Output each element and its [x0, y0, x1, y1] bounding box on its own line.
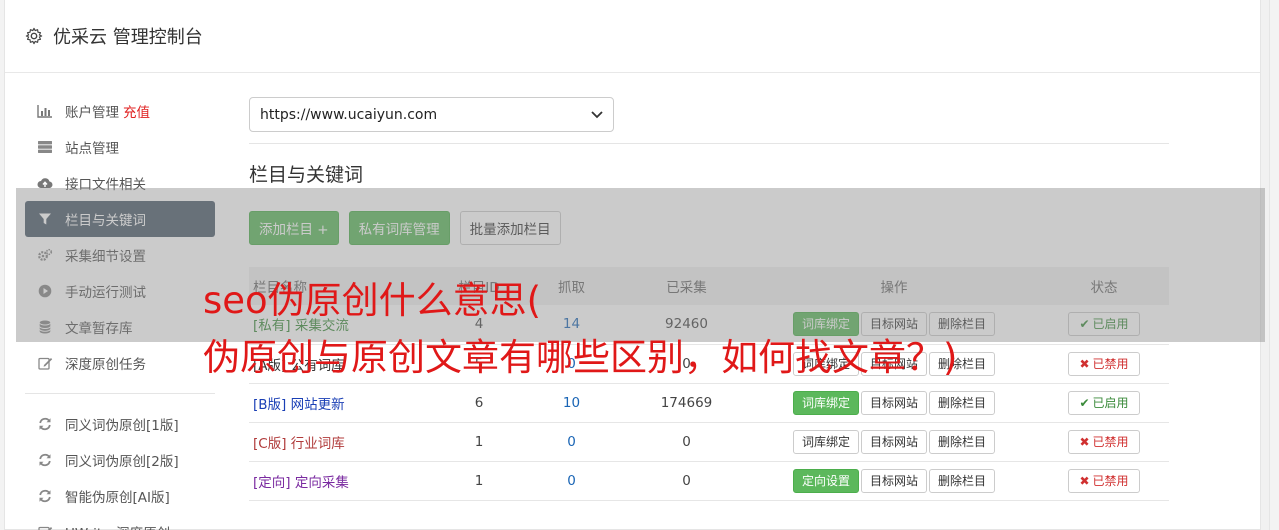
- status-toggle-button[interactable]: ✖ 已禁用: [1068, 351, 1140, 376]
- grab-count[interactable]: 10: [519, 383, 624, 422]
- sidebar-item-label: 智能伪原创[AI版]: [65, 490, 170, 506]
- article-title-overlay: seo伪原创什么意思( 伪原创与原创文章有哪些区别，如何找文章？): [203, 272, 957, 386]
- cross-icon: ✖: [1079, 356, 1090, 371]
- delete-column-button[interactable]: 删除栏目: [929, 468, 996, 493]
- panel-header: 优采云 管理控制台: [5, 0, 1269, 73]
- cross-icon: ✖: [1079, 473, 1090, 488]
- collected-count: 0: [682, 472, 691, 489]
- sidebar-item-label: 账户管理: [65, 105, 119, 121]
- table-row: [B版] 网站更新 6 10 174669 词库绑定 目标网站 删除栏目 ✔ 已启用: [249, 383, 1169, 422]
- status-label: 已禁用: [1092, 473, 1129, 488]
- article-title-line-2: 伪原创与原创文章有哪些区别，如何找文章？): [203, 336, 958, 379]
- sidebar-item[interactable]: 账户管理 充值: [25, 93, 215, 129]
- site-select-value: https://www.ucaiyun.com: [260, 106, 438, 123]
- target-site-button[interactable]: 目标网站: [860, 390, 927, 415]
- refresh-icon: [37, 452, 53, 468]
- table-row: [定向] 定向采集 1 0 0 定向设置 目标网站 删除栏目 ✖ 已禁用: [249, 461, 1169, 500]
- check-icon: ✔: [1079, 395, 1090, 410]
- chevron-down-icon: [591, 110, 603, 118]
- column-tag: [C版]: [253, 435, 287, 452]
- column-tag: [定向]: [253, 474, 291, 491]
- sidebar-item[interactable]: 站点管理: [25, 129, 215, 165]
- sidebar-item[interactable]: UWriter深度原创: [25, 514, 215, 530]
- status-cell: ✖ 已禁用: [1039, 422, 1169, 461]
- status-cell: ✖ 已禁用: [1039, 461, 1169, 500]
- bind-button[interactable]: 定向设置: [792, 468, 859, 493]
- status-cell: ✔ 已启用: [1039, 383, 1169, 422]
- column-tag: [B版]: [253, 396, 287, 413]
- sidebar-item-label: 站点管理: [65, 141, 119, 157]
- server-icon: [37, 139, 53, 155]
- delete-column-button[interactable]: 删除栏目: [929, 429, 996, 454]
- sidebar-item[interactable]: 同义词伪原创[1版]: [25, 406, 215, 442]
- gear-icon: [25, 27, 43, 45]
- grab-count[interactable]: 0: [519, 422, 624, 461]
- column-name: 定向采集: [294, 474, 349, 491]
- status-label: 已禁用: [1092, 434, 1129, 449]
- cross-icon: ✖: [1079, 434, 1090, 449]
- target-site-button[interactable]: 目标网站: [860, 429, 927, 454]
- status-toggle-button[interactable]: ✖ 已禁用: [1068, 429, 1140, 454]
- bind-button[interactable]: 词库绑定: [792, 429, 859, 454]
- sidebar-item-label: UWriter深度原创: [65, 522, 170, 530]
- sidebar-item[interactable]: 智能伪原创[AI版]: [25, 478, 215, 514]
- column-name: 行业词库: [290, 435, 345, 452]
- bar-chart-icon: [37, 103, 53, 119]
- sidebar-item-label: 深度原创任务: [65, 357, 146, 373]
- sidebar-item-label: 同义词伪原创[2版]: [65, 454, 179, 470]
- column-name-cell[interactable]: [定向] 定向采集: [249, 461, 439, 500]
- section-title: 栏目与关键词: [249, 164, 364, 186]
- table-row: [C版] 行业词库 1 0 0 词库绑定 目标网站 删除栏目 ✖ 已禁用: [249, 422, 1169, 461]
- target-site-button[interactable]: 目标网站: [860, 468, 927, 493]
- column-id: 6: [474, 394, 484, 411]
- recharge-link[interactable]: 充值: [123, 101, 150, 121]
- status-toggle-button[interactable]: ✔ 已启用: [1068, 390, 1140, 415]
- edit-icon: [37, 524, 53, 530]
- status-toggle-button[interactable]: ✖ 已禁用: [1068, 468, 1140, 493]
- actions-cell: 定向设置 目标网站 删除栏目: [749, 461, 1039, 500]
- refresh-icon: [37, 488, 53, 504]
- column-name-cell[interactable]: [B版] 网站更新: [249, 383, 439, 422]
- divider: [249, 143, 1169, 144]
- sidebar-item-label: 同义词伪原创[1版]: [65, 418, 179, 434]
- status-label: 已启用: [1092, 395, 1129, 410]
- page-title: 优采云 管理控制台: [53, 27, 203, 48]
- column-name-cell[interactable]: [C版] 行业词库: [249, 422, 439, 461]
- sidebar-item[interactable]: 同义词伪原创[2版]: [25, 442, 215, 478]
- column-name: 网站更新: [290, 396, 345, 413]
- site-select[interactable]: https://www.ucaiyun.com: [249, 97, 614, 132]
- column-id: 1: [474, 472, 484, 489]
- sidebar-item[interactable]: 深度原创任务: [25, 345, 215, 381]
- refresh-icon: [37, 416, 53, 432]
- delete-column-button[interactable]: 删除栏目: [929, 390, 996, 415]
- column-id: 1: [474, 433, 484, 450]
- collected-count: 174669: [660, 394, 713, 411]
- edit-icon: [37, 355, 53, 371]
- sidebar-divider: [25, 393, 215, 394]
- status-cell: ✖ 已禁用: [1039, 344, 1169, 383]
- actions-cell: 词库绑定 目标网站 删除栏目: [749, 422, 1039, 461]
- bind-button[interactable]: 词库绑定: [792, 390, 859, 415]
- actions-cell: 词库绑定 目标网站 删除栏目: [749, 383, 1039, 422]
- article-title-line-1: seo伪原创什么意思(: [203, 279, 542, 322]
- collected-count: 0: [682, 433, 691, 450]
- grab-count[interactable]: 0: [519, 461, 624, 500]
- status-label: 已禁用: [1092, 356, 1129, 371]
